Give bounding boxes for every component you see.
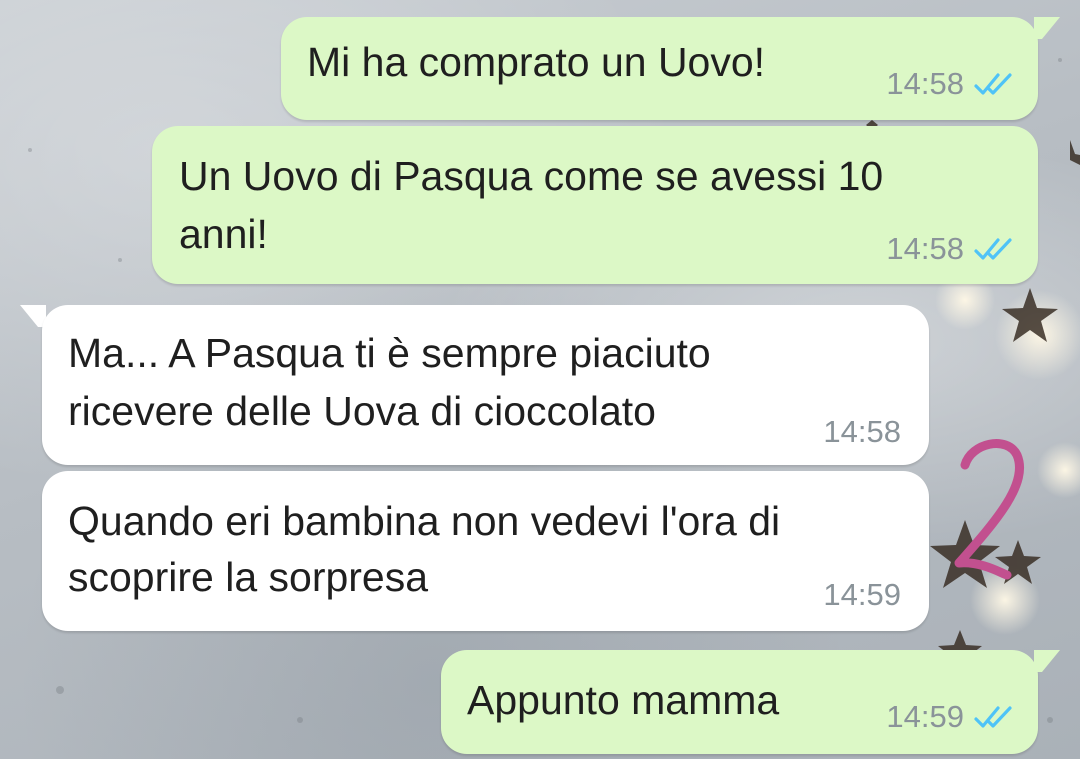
bubble-tail-outgoing [1034,17,1060,39]
message-timestamp: 14:58 [886,66,964,101]
message-text-line: ricevere delle Uova di cioccolato [68,388,656,434]
message-text-line: scoprire la sorpresa [68,554,429,600]
message-bubble-outgoing[interactable]: Mi ha comprato un Uovo! 14:58 [281,17,1038,120]
message-meta: 14:58 [823,415,901,449]
message-text: Appunto mamma [467,677,780,723]
message-timestamp: 14:58 [886,231,964,266]
message-text-line: Ma... A Pasqua ti è sempre piaciuto [68,330,711,376]
message-bubble-outgoing[interactable]: Un Uovo di Pasqua come se avessi 10 anni… [152,126,1038,284]
message-bubble-outgoing[interactable]: Appunto mamma 14:59 [441,650,1038,754]
message-bubble-incoming[interactable]: Quando eri bambina non vedevi l'ora di s… [42,471,929,631]
message-text-line: Un Uovo di Pasqua come se avessi 10 [179,153,884,199]
message-timestamp: 14:58 [823,414,901,449]
message-text-line: Quando eri bambina non vedevi l'ora di [68,498,781,544]
annotation-digit [954,439,1025,580]
message-timestamp: 14:59 [823,577,901,612]
message-timestamp: 14:59 [886,699,964,734]
message-meta: 14:59 [823,578,901,612]
bubble-tail-outgoing [1034,650,1060,672]
double-check-read-icon [974,705,1014,729]
message-text-line: anni! [179,211,268,257]
message-text: Mi ha comprato un Uovo! [307,39,766,85]
double-check-read-icon [974,237,1014,261]
star-decoration [1070,140,1080,165]
message-bubble-incoming[interactable]: Ma... A Pasqua ti è sempre piaciuto rice… [42,305,929,465]
message-meta: 14:58 [886,67,1014,101]
message-meta: 14:59 [886,700,1014,734]
double-check-read-icon [974,72,1014,96]
message-meta: 14:58 [886,232,1014,266]
